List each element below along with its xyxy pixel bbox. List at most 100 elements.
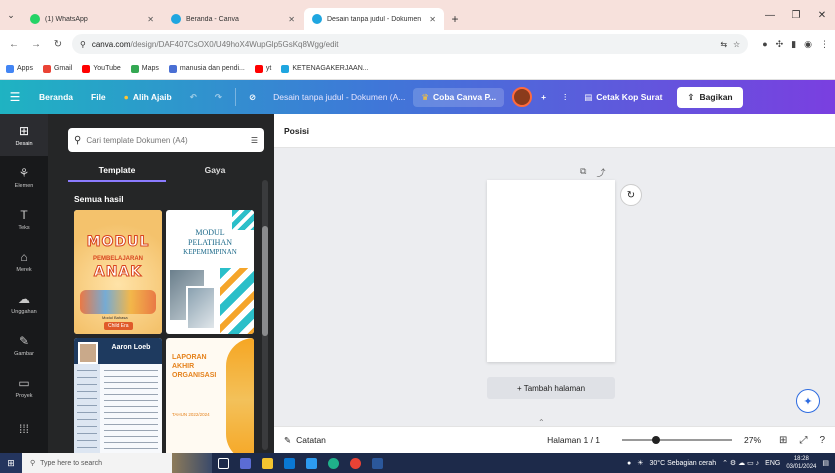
- zoom-slider-knob[interactable]: [651, 436, 660, 444]
- position-button[interactable]: Posisi: [284, 126, 309, 136]
- filter-icon[interactable]: ☰: [251, 136, 258, 145]
- analytics-icon[interactable]: ⫶: [555, 92, 575, 103]
- cloud-save-icon[interactable]: ⊘: [240, 92, 265, 103]
- windows-start-icon[interactable]: ⊞: [0, 453, 22, 473]
- rail-text[interactable]: T Teks: [0, 198, 48, 240]
- taskbar-app-chrome[interactable]: [344, 453, 366, 473]
- taskbar-app-calculator[interactable]: [234, 453, 256, 473]
- zoom-value[interactable]: 27%: [744, 435, 761, 445]
- magic-switch-button[interactable]: ● Alih Ajaib: [115, 92, 181, 102]
- scrollbar-thumb[interactable]: [262, 226, 268, 336]
- bookmark-youtube[interactable]: YouTube: [82, 64, 121, 73]
- language-indicator[interactable]: ENG: [765, 460, 780, 467]
- sidepanel-icon[interactable]: ▮: [791, 39, 796, 50]
- taskbar-app-word[interactable]: [366, 453, 388, 473]
- duplicate-page-icon[interactable]: ⧉: [580, 166, 586, 179]
- close-icon[interactable]: ✕: [288, 15, 295, 24]
- weather-text[interactable]: 30°C Sebagian cerah: [650, 460, 717, 467]
- restore-icon[interactable]: ❐: [783, 0, 809, 30]
- undo-icon[interactable]: ↶: [181, 92, 206, 103]
- grid-view-icon[interactable]: ⊞: [779, 435, 787, 446]
- bookmark-apps[interactable]: Apps: [6, 64, 33, 73]
- print-button[interactable]: ▤ Cetak Kop Surat: [575, 92, 671, 103]
- taskbar-app-edge[interactable]: [322, 453, 344, 473]
- url-input[interactable]: ⚲ canva.com/design/DAF407CsOX0/U49hoX4Wu…: [72, 34, 749, 54]
- kebab-menu-icon[interactable]: ⋮: [820, 39, 829, 50]
- search-highlight-banner: [172, 453, 212, 473]
- tab-template[interactable]: Template: [68, 160, 166, 182]
- template-card-modul-anak[interactable]: MODUL PEMBELAJARAN ANAK Modul Bahasa Chi…: [74, 210, 162, 334]
- add-page-button[interactable]: + Tambah halaman: [487, 377, 615, 399]
- bookmark-star-icon[interactable]: ☆: [733, 40, 740, 49]
- rail-design[interactable]: ⊞ Desain: [0, 114, 48, 156]
- zoom-slider[interactable]: [622, 436, 733, 444]
- tab-canva-home[interactable]: Beranda - Canva ✕: [163, 8, 303, 30]
- panel-scrollbar[interactable]: [262, 180, 268, 450]
- try-pro-button[interactable]: ♛ Coba Canva P...: [413, 87, 505, 107]
- shapes-icon: ⚘: [18, 165, 30, 180]
- close-icon[interactable]: ✕: [147, 15, 154, 24]
- notification-icon[interactable]: ▤: [822, 459, 829, 467]
- share-button[interactable]: ⇪ Bagikan: [677, 86, 743, 108]
- avatar[interactable]: [512, 87, 533, 107]
- side-rail: ⊞ Desain ⚘ Elemen T Teks ⌂ Merek ☁ Unggahan ✎…: [0, 114, 48, 453]
- site-info-icon[interactable]: ⚲: [80, 40, 86, 49]
- add-page-icon[interactable]: ⤴: [596, 166, 605, 179]
- template-card-cv[interactable]: Aaron Loeb: [74, 338, 162, 453]
- design-page[interactable]: [487, 180, 615, 362]
- bookmark-gmail[interactable]: Gmail: [42, 64, 72, 73]
- bookmark-ketenagakerjaan[interactable]: KETENAGAKERJAAN...: [281, 64, 369, 73]
- forward-icon[interactable]: →: [28, 36, 44, 52]
- minimize-icon[interactable]: —: [757, 0, 783, 30]
- bookmark-manusia[interactable]: manusia dan pendi...: [168, 64, 245, 73]
- rail-uploads[interactable]: ☁ Unggahan: [0, 282, 48, 324]
- tab-whatsapp[interactable]: (1) WhatsApp ✕: [22, 8, 162, 30]
- rail-draw[interactable]: ✎ Gambar: [0, 324, 48, 366]
- task-view-icon[interactable]: [212, 453, 234, 473]
- clock-time: 18:28: [793, 456, 809, 462]
- extension-icon[interactable]: ●: [762, 39, 767, 49]
- new-tab-button[interactable]: +: [445, 8, 465, 30]
- taskbar-search[interactable]: ⚲ Type here to search: [22, 453, 172, 473]
- notes-button[interactable]: ✎ Catatan: [284, 435, 326, 446]
- chrome-notification-icon[interactable]: ●: [627, 460, 631, 467]
- tab-style[interactable]: Gaya: [166, 160, 264, 182]
- rail-elements[interactable]: ⚘ Elemen: [0, 156, 48, 198]
- bookmark-maps[interactable]: Maps: [130, 64, 159, 73]
- tab-canva-design[interactable]: Desain tanpa judul - Dokumen ✕: [304, 8, 444, 30]
- hamburger-icon[interactable]: ☰: [0, 90, 30, 104]
- add-collaborator-icon[interactable]: +: [532, 92, 555, 102]
- close-window-icon[interactable]: ✕: [809, 0, 835, 30]
- file-menu-button[interactable]: File: [82, 92, 115, 102]
- rail-apps[interactable]: ⁞⁞⁞: [0, 408, 48, 450]
- template-card-modul-pelatihan[interactable]: MODUL PELATIHAN KEPEMIMPINAN: [166, 210, 254, 334]
- document-title[interactable]: Desain tanpa judul - Dokumen (A...: [265, 92, 413, 102]
- home-button[interactable]: Beranda: [30, 92, 82, 102]
- page-counter[interactable]: Halaman 1 / 1: [547, 435, 600, 445]
- tray-icons[interactable]: ⌃ ⚙ ☁ ▭ ♪: [722, 459, 759, 467]
- rail-brand[interactable]: ⌂ Merek: [0, 240, 48, 282]
- close-icon[interactable]: ✕: [429, 15, 436, 24]
- fullscreen-icon[interactable]: ⤢: [799, 435, 807, 446]
- magic-assistant-icon[interactable]: ✦: [796, 389, 820, 413]
- back-icon[interactable]: ←: [6, 36, 22, 52]
- taskbar-app-mail[interactable]: [278, 453, 300, 473]
- profile-icon[interactable]: ◉: [804, 39, 812, 50]
- translate-icon[interactable]: ⇆: [720, 40, 727, 49]
- help-icon[interactable]: ?: [819, 435, 825, 446]
- search-input[interactable]: [86, 135, 246, 145]
- redo-icon[interactable]: ↷: [206, 92, 231, 103]
- rail-projects[interactable]: ▭ Proyek: [0, 366, 48, 408]
- apps-icon: ⁞⁞⁞: [18, 422, 29, 436]
- template-search[interactable]: ⚲ ☰: [68, 128, 264, 152]
- template-card-laporan[interactable]: LAPORAN AKHIR ORGANISASI TAHUN 2022/2024: [166, 338, 254, 453]
- reload-icon[interactable]: ↻: [50, 36, 66, 52]
- puzzle-icon[interactable]: ✣: [776, 39, 784, 50]
- taskbar-app-explorer[interactable]: [256, 453, 278, 473]
- regenerate-icon[interactable]: ↻: [620, 184, 642, 206]
- text-icon: T: [20, 207, 28, 222]
- clock[interactable]: 18:28 03/01/2024: [786, 455, 816, 471]
- bookmark-yt[interactable]: yt: [254, 64, 271, 73]
- tab-search-icon[interactable]: ⌄: [0, 0, 22, 30]
- taskbar-app-store[interactable]: [300, 453, 322, 473]
